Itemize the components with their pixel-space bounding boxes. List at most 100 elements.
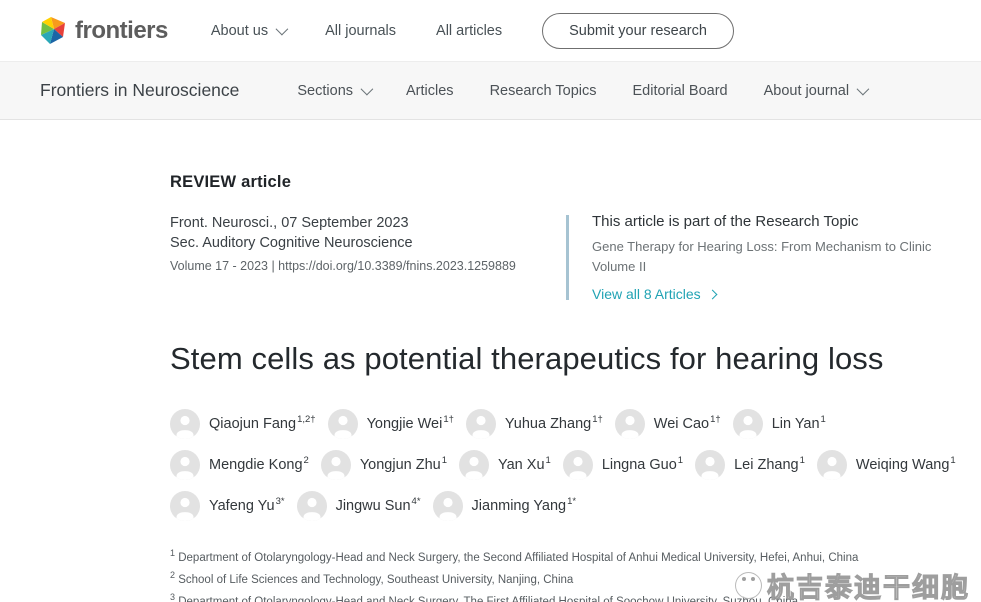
affiliation-item: 2 School of Life Sciences and Technology… <box>170 567 970 589</box>
author-affil-sup: 3* <box>276 496 285 507</box>
author-name: Weiqing Wang <box>856 457 950 473</box>
author-avatar-icon <box>170 409 200 439</box>
article-main: REVIEW article Front. Neurosci., 07 Sept… <box>170 120 970 602</box>
affiliation-number: 3 <box>170 592 175 602</box>
author-chip[interactable]: Yongjun Zhu1 <box>321 450 447 480</box>
journal-nav-research-topics[interactable]: Research Topics <box>490 83 597 99</box>
chevron-right-icon <box>707 289 717 299</box>
author-name: Yongjie Wei <box>367 416 443 432</box>
author-affil-sup: 1 <box>950 455 955 466</box>
author-affil-sup: 1† <box>592 414 603 425</box>
author-avatar-icon <box>170 491 200 521</box>
journal-nav-links: Sections Articles Research Topics Editor… <box>297 83 866 99</box>
article-type-label: REVIEW article <box>170 173 970 192</box>
citation-block: Front. Neurosci., 07 September 2023 Sec.… <box>170 213 542 302</box>
nav-all-journals[interactable]: All journals <box>325 23 396 39</box>
author-affil-sup: 1,2† <box>297 414 316 425</box>
affiliation-text: Department of Otolaryngology-Head and Ne… <box>178 552 858 564</box>
author-avatar-icon <box>615 409 645 439</box>
author-affil-sup: 2 <box>304 455 309 466</box>
citation-section: Sec. Auditory Cognitive Neuroscience <box>170 233 542 253</box>
author-chip[interactable]: Qiaojun Fang1,2† <box>170 409 316 439</box>
research-topic-box: This article is part of the Research Top… <box>592 213 970 302</box>
vertical-divider <box>566 215 569 300</box>
top-nav: About us All journals All articles <box>211 23 502 39</box>
author-chip[interactable]: Jianming Yang1* <box>433 491 577 521</box>
author-name: Yan Xu <box>498 457 545 473</box>
article-page: frontiers About us All journals All arti… <box>0 0 981 602</box>
author-chip[interactable]: Yongjie Wei1† <box>328 409 454 439</box>
author-affil-sup: 1† <box>710 414 721 425</box>
journal-nav-sections[interactable]: Sections <box>297 83 370 99</box>
author-affil-sup: 1 <box>442 455 447 466</box>
author-chip[interactable]: Yan Xu1 <box>459 450 551 480</box>
site-header: frontiers About us All journals All arti… <box>0 0 981 62</box>
author-chip[interactable]: Lei Zhang1 <box>695 450 805 480</box>
journal-nav: Frontiers in Neuroscience Sections Artic… <box>0 62 981 120</box>
research-topic-title[interactable]: Gene Therapy for Hearing Loss: From Mech… <box>592 237 970 277</box>
research-topic-intro: This article is part of the Research Top… <box>592 213 970 230</box>
journal-nav-editorial-board[interactable]: Editorial Board <box>633 83 728 99</box>
author-affil-sup: 1 <box>800 455 805 466</box>
citation-journal-date: Front. Neurosci., 07 September 2023 <box>170 213 542 233</box>
author-avatar-icon <box>321 450 351 480</box>
affiliation-item: 3 Department of Otolaryngology-Head and … <box>170 589 970 602</box>
submit-research-button[interactable]: Submit your research <box>542 13 734 49</box>
author-chip[interactable]: Lingna Guo1 <box>563 450 683 480</box>
author-name: Jingwu Sun <box>336 498 411 514</box>
affiliation-text: School of Life Sciences and Technology, … <box>178 574 573 586</box>
journal-nav-about-journal[interactable]: About journal <box>764 83 866 99</box>
affiliation-number: 1 <box>170 548 175 558</box>
author-name: Yongjun Zhu <box>360 457 441 473</box>
chevron-down-icon <box>857 83 870 96</box>
author-avatar-icon <box>695 450 725 480</box>
author-list: Qiaojun Fang1,2† Yongjie Wei1† <box>170 409 975 521</box>
author-avatar-icon <box>170 450 200 480</box>
author-avatar-icon <box>297 491 327 521</box>
author-avatar-icon <box>433 491 463 521</box>
author-chip[interactable]: Weiqing Wang1 <box>817 450 956 480</box>
author-affil-sup: 1 <box>678 455 683 466</box>
author-chip[interactable]: Yafeng Yu3* <box>170 491 285 521</box>
author-name: Yafeng Yu <box>209 498 275 514</box>
author-name: Yuhua Zhang <box>505 416 591 432</box>
author-chip[interactable]: Yuhua Zhang1† <box>466 409 603 439</box>
affiliation-list: 1 Department of Otolaryngology-Head and … <box>170 545 970 602</box>
journal-nav-articles[interactable]: Articles <box>406 83 454 99</box>
author-avatar-icon <box>817 450 847 480</box>
author-affil-sup: 1† <box>443 414 454 425</box>
chevron-down-icon <box>361 83 374 96</box>
logo-wordmark: frontiers <box>75 17 168 45</box>
citation-volume-doi: Volume 17 - 2023 | https://doi.org/10.33… <box>170 259 542 273</box>
author-name: Jianming Yang <box>472 498 567 514</box>
article-title: Stem cells as potential therapeutics for… <box>170 341 970 377</box>
author-avatar-icon <box>459 450 489 480</box>
author-affil-sup: 1 <box>821 414 826 425</box>
author-affil-sup: 4* <box>412 496 421 507</box>
journal-title-link[interactable]: Frontiers in Neuroscience <box>40 80 239 101</box>
affiliation-item: 1 Department of Otolaryngology-Head and … <box>170 545 970 567</box>
frontiers-logo[interactable]: frontiers <box>38 16 168 46</box>
frontiers-pinwheel-icon <box>38 16 68 46</box>
author-chip[interactable]: Mengdie Kong2 <box>170 450 309 480</box>
chevron-down-icon <box>276 23 289 36</box>
view-all-articles-link[interactable]: View all 8 Articles <box>592 286 970 302</box>
author-affil-sup: 1* <box>567 496 576 507</box>
nav-about-us[interactable]: About us <box>211 23 285 39</box>
author-avatar-icon <box>733 409 763 439</box>
author-chip[interactable]: Lin Yan1 <box>733 409 826 439</box>
author-name: Lin Yan <box>772 416 820 432</box>
author-name: Qiaojun Fang <box>209 416 296 432</box>
author-chip[interactable]: Jingwu Sun4* <box>297 491 421 521</box>
author-name: Lei Zhang <box>734 457 799 473</box>
author-name: Wei Cao <box>654 416 709 432</box>
affiliation-text: Department of Otolaryngology-Head and Ne… <box>178 596 798 602</box>
author-name: Lingna Guo <box>602 457 677 473</box>
affiliation-number: 2 <box>170 570 175 580</box>
nav-all-articles[interactable]: All articles <box>436 23 502 39</box>
author-chip[interactable]: Wei Cao1† <box>615 409 721 439</box>
article-meta: Front. Neurosci., 07 September 2023 Sec.… <box>170 213 970 302</box>
author-avatar-icon <box>466 409 496 439</box>
author-affil-sup: 1 <box>546 455 551 466</box>
author-avatar-icon <box>563 450 593 480</box>
